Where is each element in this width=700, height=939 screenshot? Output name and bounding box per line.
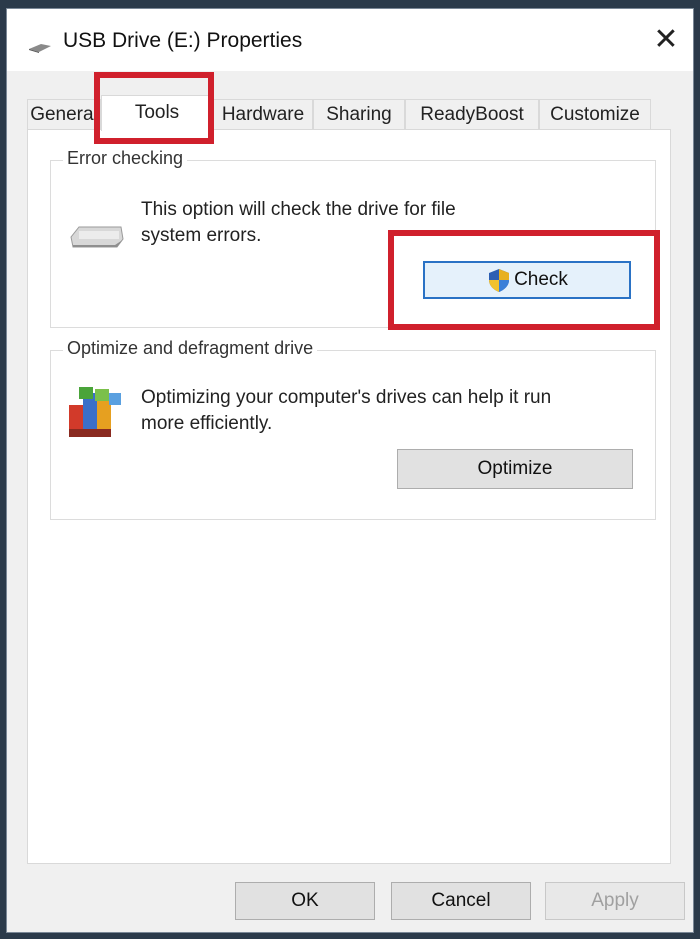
tab-readyboost[interactable]: ReadyBoost <box>405 99 539 129</box>
close-icon: ✕ <box>653 23 679 56</box>
tab-general[interactable]: General <box>27 99 101 129</box>
optimize-title: Optimize and defragment drive <box>63 338 318 359</box>
check-button-highlight <box>388 230 660 330</box>
tab-hardware[interactable]: Hardware <box>213 99 313 129</box>
window-title: USB Drive (E:) Properties <box>63 29 303 52</box>
cancel-button[interactable]: Cancel <box>391 882 531 920</box>
optimize-button[interactable]: Optimize <box>397 449 633 489</box>
properties-dialog: USB Drive (E:) Properties ✕ General Tool… <box>6 8 694 933</box>
title-bar[interactable]: USB Drive (E:) Properties ✕ <box>7 9 693 71</box>
defragment-icon <box>69 387 121 437</box>
tab-sharing[interactable]: Sharing <box>313 99 405 129</box>
apply-button[interactable]: Apply <box>545 882 685 920</box>
tab-customize[interactable]: Customize <box>539 99 651 129</box>
optimize-group: Optimize and defragment drive Optimizing… <box>50 338 656 520</box>
footer-bar: OK Cancel Apply <box>7 872 693 932</box>
usb-drive-icon <box>29 44 51 53</box>
tools-tab-highlight <box>94 72 214 144</box>
dialog-body: General Tools Hardware Sharing ReadyBoos… <box>7 71 693 932</box>
optimize-description: Optimizing your computer's drives can he… <box>141 387 552 434</box>
error-checking-title: Error checking <box>63 148 188 169</box>
close-button[interactable]: ✕ <box>649 25 683 59</box>
drive-icon <box>70 226 124 248</box>
ok-button[interactable]: OK <box>235 882 375 920</box>
